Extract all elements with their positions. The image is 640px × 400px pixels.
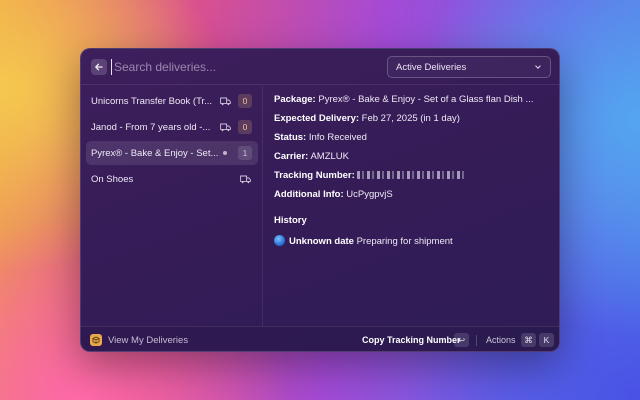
additional-info-value: UcPygpvjS (346, 189, 393, 200)
history-heading: History (274, 215, 307, 226)
package-row: Package: Pyrex® - Bake & Enjoy - Set of … (274, 94, 533, 105)
carrier-label: Carrier: (274, 151, 309, 162)
carrier-value: AMZLUK (310, 151, 349, 162)
history-title: History (274, 215, 307, 226)
footer-title: View My Deliveries (108, 335, 189, 346)
delivery-list: Unicorns Transfer Book (Tr... 0 Janod - … (81, 86, 263, 326)
command-key-icon: ⌘ (521, 333, 536, 347)
package-label: Package: (274, 94, 316, 105)
search-bar: Active Deliveries (81, 49, 559, 85)
history-text: Preparing for shipment (356, 236, 453, 247)
actions-button[interactable]: Actions (486, 335, 516, 345)
delivery-detail: Package: Pyrex® - Bake & Enjoy - Set of … (274, 86, 554, 326)
item-count-badge: 0 (238, 120, 252, 134)
status-dot-icon (274, 235, 285, 246)
additional-info-row: Additional Info: UcPygpvjS (274, 189, 393, 200)
deliveries-window: Active Deliveries Unicorns Transfer Book… (80, 48, 560, 352)
package-value: Pyrex® - Bake & Enjoy - Set of a Glass f… (318, 94, 534, 105)
history-entry: Unknown date Preparing for shipment (274, 235, 453, 247)
copy-tracking-number-button[interactable]: Copy Tracking Number (362, 335, 461, 345)
truck-icon (238, 175, 252, 184)
back-button[interactable] (91, 59, 107, 75)
list-item-selected[interactable]: Pyrex® - Bake & Enjoy - Set... 1 (86, 141, 258, 165)
tracking-label: Tracking Number: (274, 170, 355, 181)
carrier-row: Carrier: AMZLUK (274, 151, 349, 162)
k-key-icon: K (539, 333, 554, 347)
status-row: Status: Info Received (274, 132, 367, 143)
item-count-badge: 0 (238, 94, 252, 108)
truck-icon (218, 97, 232, 106)
package-app-icon (90, 334, 102, 346)
arrow-left-icon (95, 63, 103, 71)
footer-divider (476, 335, 477, 346)
list-item[interactable]: On Shoes (86, 167, 258, 191)
tracking-row: Tracking Number: (274, 170, 468, 181)
expected-delivery-label: Expected Delivery: (274, 113, 360, 124)
delivery-title: On Shoes (91, 173, 134, 185)
delivery-title: Janod - From 7 years old -... (91, 121, 211, 133)
filter-dropdown[interactable]: Active Deliveries (387, 56, 551, 78)
action-bar: View My Deliveries Copy Tracking Number … (81, 326, 559, 351)
filter-dropdown-label: Active Deliveries (396, 61, 467, 73)
list-item[interactable]: Janod - From 7 years old -... 0 (86, 115, 258, 139)
delivery-title: Unicorns Transfer Book (Tr... (91, 95, 213, 107)
item-count-badge: 1 (238, 146, 252, 160)
delivery-title: Pyrex® - Bake & Enjoy - Set... (91, 147, 218, 159)
status-label: Status: (274, 132, 307, 143)
additional-info-label: Additional Info: (274, 189, 344, 200)
tracking-number-redacted (357, 171, 468, 180)
expected-delivery-row: Expected Delivery: Feb 27, 2025 (in 1 da… (274, 113, 460, 124)
expected-delivery-value: Feb 27, 2025 (in 1 day) (361, 113, 460, 124)
dot-icon (218, 151, 232, 155)
return-key-icon: ↩ (454, 333, 469, 347)
history-date: Unknown date (289, 236, 354, 247)
status-value: Info Received (308, 132, 367, 143)
truck-icon (218, 123, 232, 132)
chevron-down-icon (535, 65, 541, 69)
list-item[interactable]: Unicorns Transfer Book (Tr... 0 (86, 89, 258, 113)
search-input[interactable] (111, 59, 331, 75)
